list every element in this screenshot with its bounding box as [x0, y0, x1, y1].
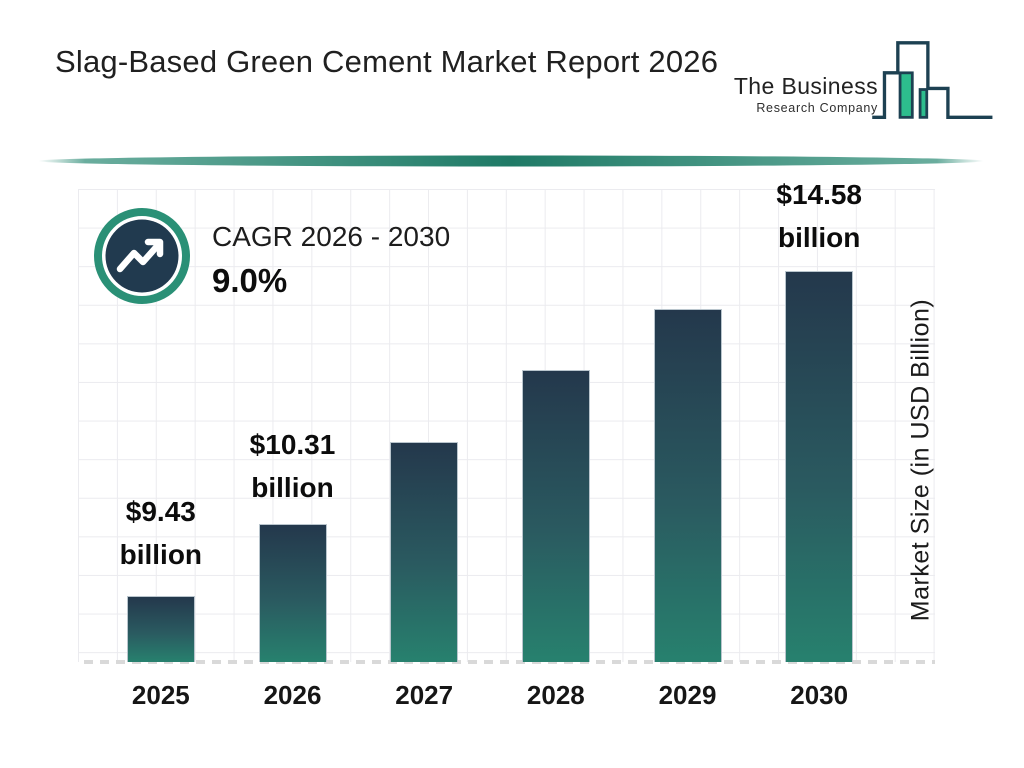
x-tick-2028: 2028 — [490, 680, 622, 711]
bar-slot-2028 — [490, 189, 622, 662]
report-page: Slag-Based Green Cement Market Report 20… — [0, 0, 1024, 768]
x-axis-labels: 2025 2026 2027 2028 2029 2030 — [95, 680, 885, 711]
x-tick-2027: 2027 — [358, 680, 490, 711]
bar-slot-2029 — [622, 189, 754, 662]
x-tick-2029: 2029 — [622, 680, 754, 711]
bar-2028 — [522, 370, 590, 662]
bar-2026 — [259, 524, 327, 662]
cagr-period-label: CAGR 2026 - 2030 — [212, 221, 450, 253]
bar-2027 — [390, 442, 458, 662]
bar-2025 — [127, 596, 195, 662]
value-label-line2: billion — [120, 533, 202, 576]
bar-2030 — [785, 271, 853, 662]
value-label-line1: $14.58 — [776, 173, 862, 216]
company-logo: The Business Research Company — [734, 36, 998, 123]
value-label-line1: $10.31 — [250, 423, 336, 466]
company-subname: Research Company — [734, 101, 878, 115]
company-name: The Business — [734, 73, 878, 100]
value-label-2026: $10.31 billion — [250, 423, 336, 509]
cagr-value: 9.0% — [212, 262, 450, 300]
bar-slot-2030: $14.58 billion — [753, 189, 885, 662]
cagr-text-block: CAGR 2026 - 2030 9.0% — [212, 221, 450, 300]
value-label-2025: $9.43 billion — [120, 490, 202, 576]
value-label-line2: billion — [250, 466, 336, 509]
x-tick-2025: 2025 — [95, 680, 227, 711]
company-logo-text: The Business Research Company — [734, 73, 878, 115]
y-axis-label: Market Size (in USD Billion) — [907, 299, 936, 621]
value-label-line2: billion — [776, 216, 862, 259]
value-label-line1: $9.43 — [120, 490, 202, 533]
value-label-2030: $14.58 billion — [776, 173, 862, 259]
divider-line — [36, 154, 986, 168]
logo-bars-icon — [870, 36, 998, 123]
bar-2029 — [654, 309, 722, 662]
x-tick-2030: 2030 — [753, 680, 885, 711]
trending-up-icon — [93, 207, 191, 305]
page-title: Slag-Based Green Cement Market Report 20… — [55, 40, 745, 84]
x-tick-2026: 2026 — [227, 680, 359, 711]
chart-area: $9.43 billion $10.31 billion — [78, 189, 935, 662]
